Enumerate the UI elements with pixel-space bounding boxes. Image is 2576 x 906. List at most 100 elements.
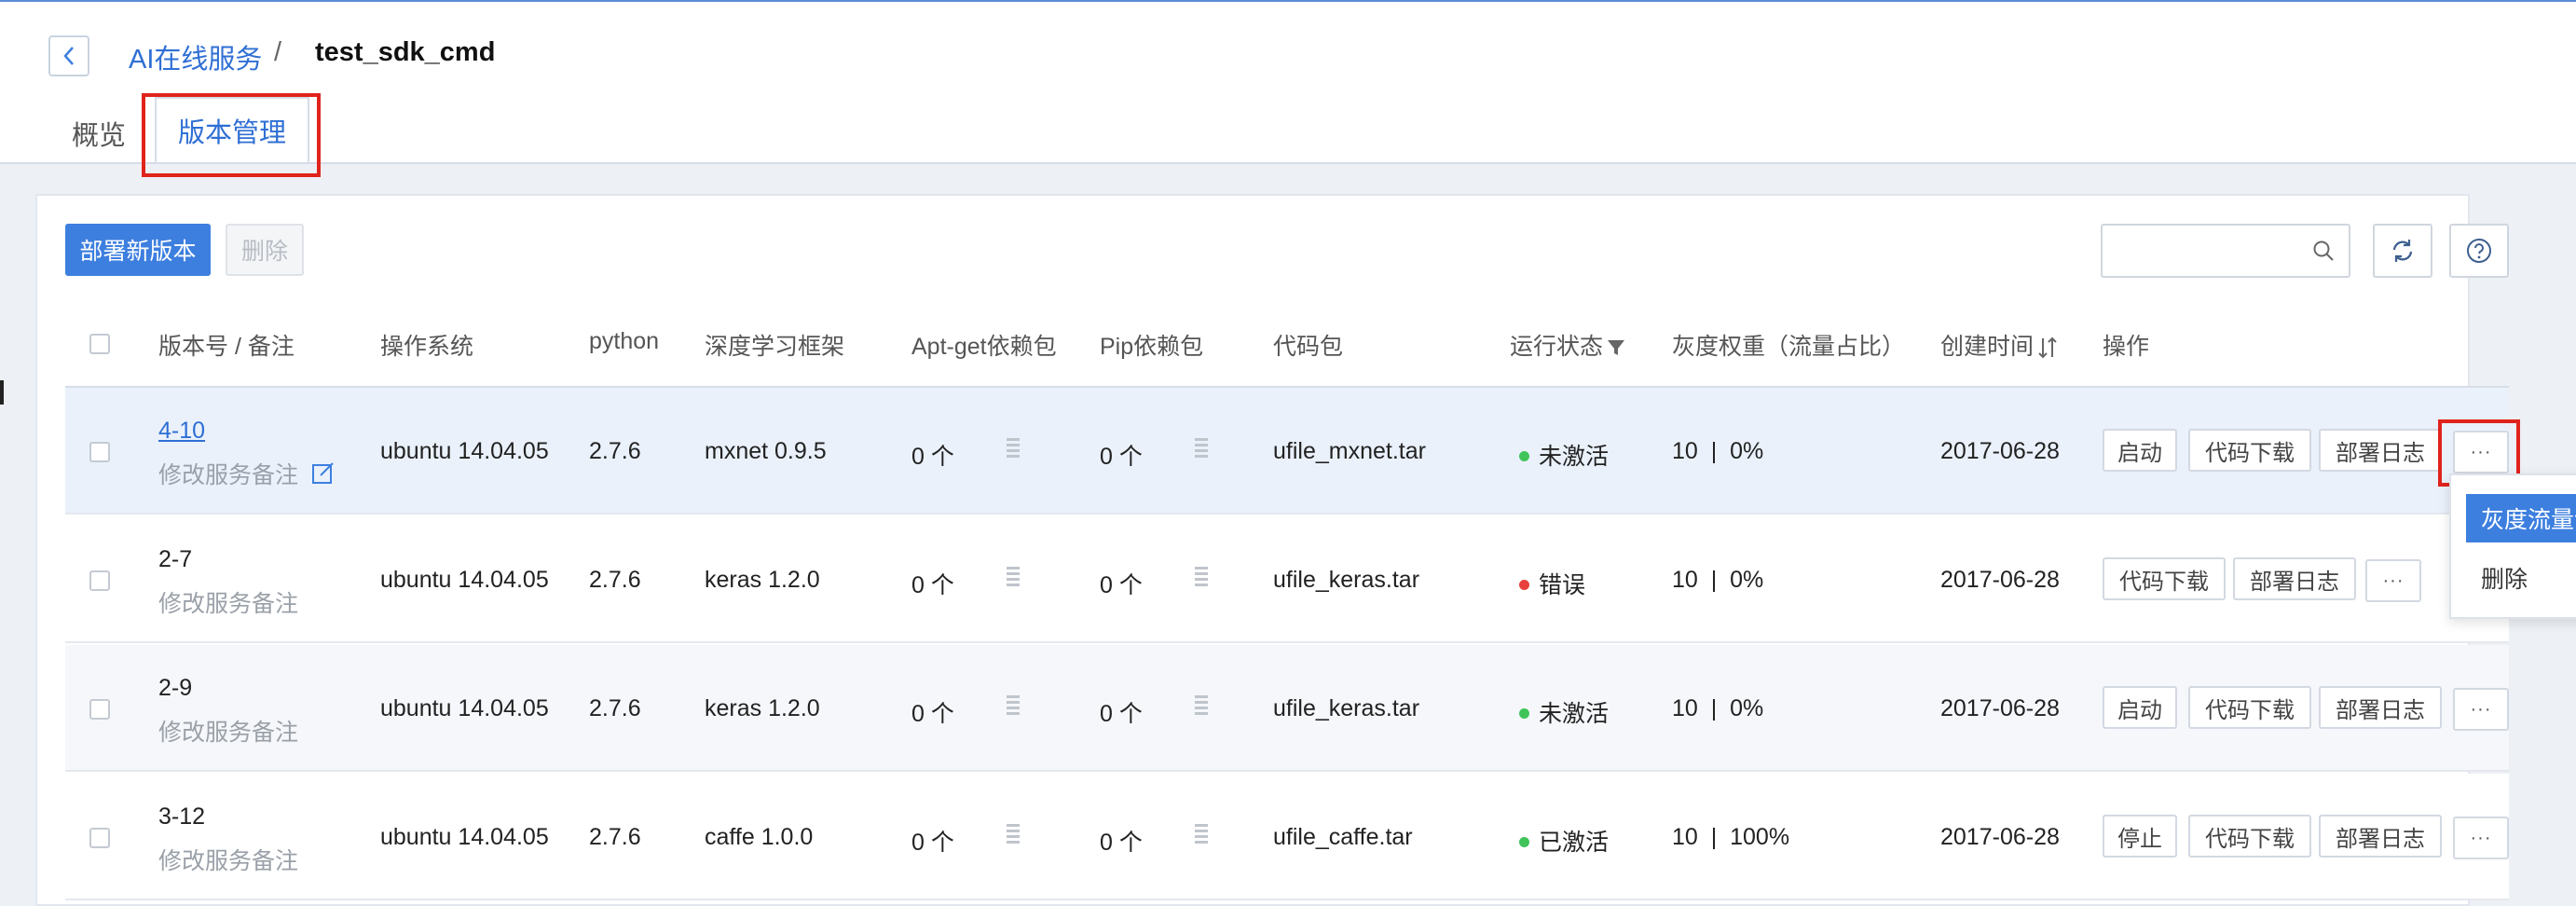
weight-separator: | [1710,824,1718,850]
created-cell: 2017-06-28 [1940,567,2060,593]
status-text: 已激活 [1539,830,1610,856]
deploy-log-button[interactable]: 部署日志 [2319,429,2442,472]
python-cell: 2.7.6 [589,824,641,850]
apt-list-icon[interactable] [1007,567,1020,591]
tab-version-management[interactable]: 版本管理 [155,97,309,162]
apt-list-icon[interactable] [1007,824,1020,848]
filter-icon[interactable] [1607,338,1625,357]
status-text: 错误 [1539,572,1586,598]
pip-list-icon[interactable] [1195,824,1208,848]
status-cell: 已激活 [1519,824,1609,858]
menu-item-gray-traffic[interactable]: 灰度流量设置 [2466,494,2576,542]
start-button[interactable]: 启动 [2103,429,2177,472]
code-cell: ufile_mxnet.tar [1273,438,1426,464]
apt-list-icon[interactable] [1007,438,1020,462]
table-row[interactable]: 4-10 修改服务备注 ubuntu 14.04.05 2.7.6 mxnet … [65,388,2509,515]
weight-value: 10 [1672,567,1698,593]
col-pip: Pip依赖包 [1100,334,1204,360]
apt-cell: 0 个 [911,444,954,470]
page-title: test_sdk_cmd [315,37,496,67]
deploy-log-button[interactable]: 部署日志 [2233,557,2356,600]
framework-cell: caffe 1.0.0 [705,824,814,850]
row-checkbox[interactable] [89,828,110,848]
ratio-value: 100% [1730,824,1790,850]
apt-cell: 0 个 [911,830,954,856]
col-status[interactable]: 运行状态 [1510,328,1625,362]
more-button[interactable]: ··· [2453,817,2509,859]
deploy-log-button[interactable]: 部署日志 [2319,815,2442,858]
col-created-label: 创建时间 [1940,334,2035,360]
help-icon [2467,239,2491,263]
framework-cell: keras 1.2.0 [705,695,820,721]
code-download-button[interactable]: 代码下载 [2188,815,2311,858]
table-row[interactable]: 2-9 修改服务备注 ubuntu 14.04.05 2.7.6 keras 1… [65,645,2509,772]
row-checkbox[interactable] [89,699,110,720]
search-input[interactable] [2101,224,2350,278]
col-framework: 深度学习框架 [705,334,845,360]
col-created[interactable]: 创建时间 [1940,328,2058,362]
code-cell: ufile_caffe.tar [1273,824,1413,850]
apt-list-icon[interactable] [1007,695,1020,720]
table-row[interactable]: 2-7 修改服务备注 ubuntu 14.04.05 2.7.6 keras 1… [65,516,2509,643]
created-cell: 2017-06-28 [1940,438,2060,464]
python-cell: 2.7.6 [589,567,641,593]
help-button[interactable] [2449,224,2509,278]
breadcrumb-parent-link[interactable]: AI在线服务 [129,37,262,76]
chevron-left-icon [63,47,74,65]
refresh-button[interactable] [2373,224,2432,278]
weight-value: 10 [1672,824,1698,850]
table-row[interactable]: 3-12 修改服务备注 ubuntu 14.04.05 2.7.6 caffe … [65,774,2509,900]
status-dot [1519,836,1529,847]
search-icon[interactable] [2311,239,2336,263]
status-dot [1519,707,1529,719]
sort-icon[interactable] [2037,336,2058,359]
os-cell: ubuntu 14.04.05 [380,695,549,721]
version-link[interactable]: 4-10 [158,418,205,445]
edit-icon[interactable] [311,460,336,485]
more-button[interactable]: ··· [2453,688,2509,731]
refresh-icon [2392,240,2413,262]
os-cell: ubuntu 14.04.05 [380,567,549,593]
pip-cell: 0 个 [1100,572,1143,598]
start-button[interactable]: 启动 [2103,686,2177,729]
service-note: 修改服务备注 [158,848,299,874]
col-python: python [589,328,660,354]
weight-cell: 10 | 0% [1672,438,1763,465]
code-download-button[interactable]: 代码下载 [2188,429,2311,472]
row-checkbox[interactable] [89,442,110,462]
status-dot [1519,579,1529,590]
code-download-button[interactable]: 代码下载 [2188,686,2311,729]
col-version: 版本号 / 备注 [158,334,295,360]
col-code: 代码包 [1273,334,1344,360]
row-checkbox[interactable] [89,570,110,591]
menu-item-delete[interactable]: 删除 [2466,554,2576,602]
col-actions: 操作 [2103,334,2150,360]
weight-value: 10 [1672,438,1698,464]
back-button[interactable] [48,35,89,76]
deploy-log-button[interactable]: 部署日志 [2319,686,2442,729]
pip-list-icon[interactable] [1195,438,1208,462]
pip-list-icon[interactable] [1195,567,1208,591]
apt-cell: 0 个 [911,572,954,598]
status-cell: 未激活 [1519,695,1609,729]
more-button[interactable]: ··· [2453,431,2509,474]
weight-cell: 10 | 100% [1672,824,1789,851]
ratio-value: 0% [1730,438,1764,464]
tab-overview[interactable]: 概览 [56,103,142,164]
page-header: AI在线服务 / test_sdk_cmd 概览 [0,2,2576,162]
status-cell: 未激活 [1519,438,1609,472]
more-actions-dropdown: 灰度流量设置 删除 [2449,474,2576,619]
delete-button: 删除 [226,224,304,276]
stop-button[interactable]: 停止 [2103,815,2177,858]
os-cell: ubuntu 14.04.05 [380,824,549,850]
more-button[interactable]: ··· [2365,559,2421,602]
pip-list-icon[interactable] [1195,695,1208,720]
code-download-button[interactable]: 代码下载 [2103,557,2226,600]
col-status-label: 运行状态 [1510,334,1604,360]
deploy-new-version-button[interactable]: 部署新版本 [65,224,211,276]
service-note: 修改服务备注 [158,462,299,488]
col-apt: Apt-get依赖包 [911,334,1057,360]
pip-cell: 0 个 [1100,444,1143,470]
weight-cell: 10 | 0% [1672,567,1763,594]
select-all-checkbox[interactable] [89,334,110,354]
